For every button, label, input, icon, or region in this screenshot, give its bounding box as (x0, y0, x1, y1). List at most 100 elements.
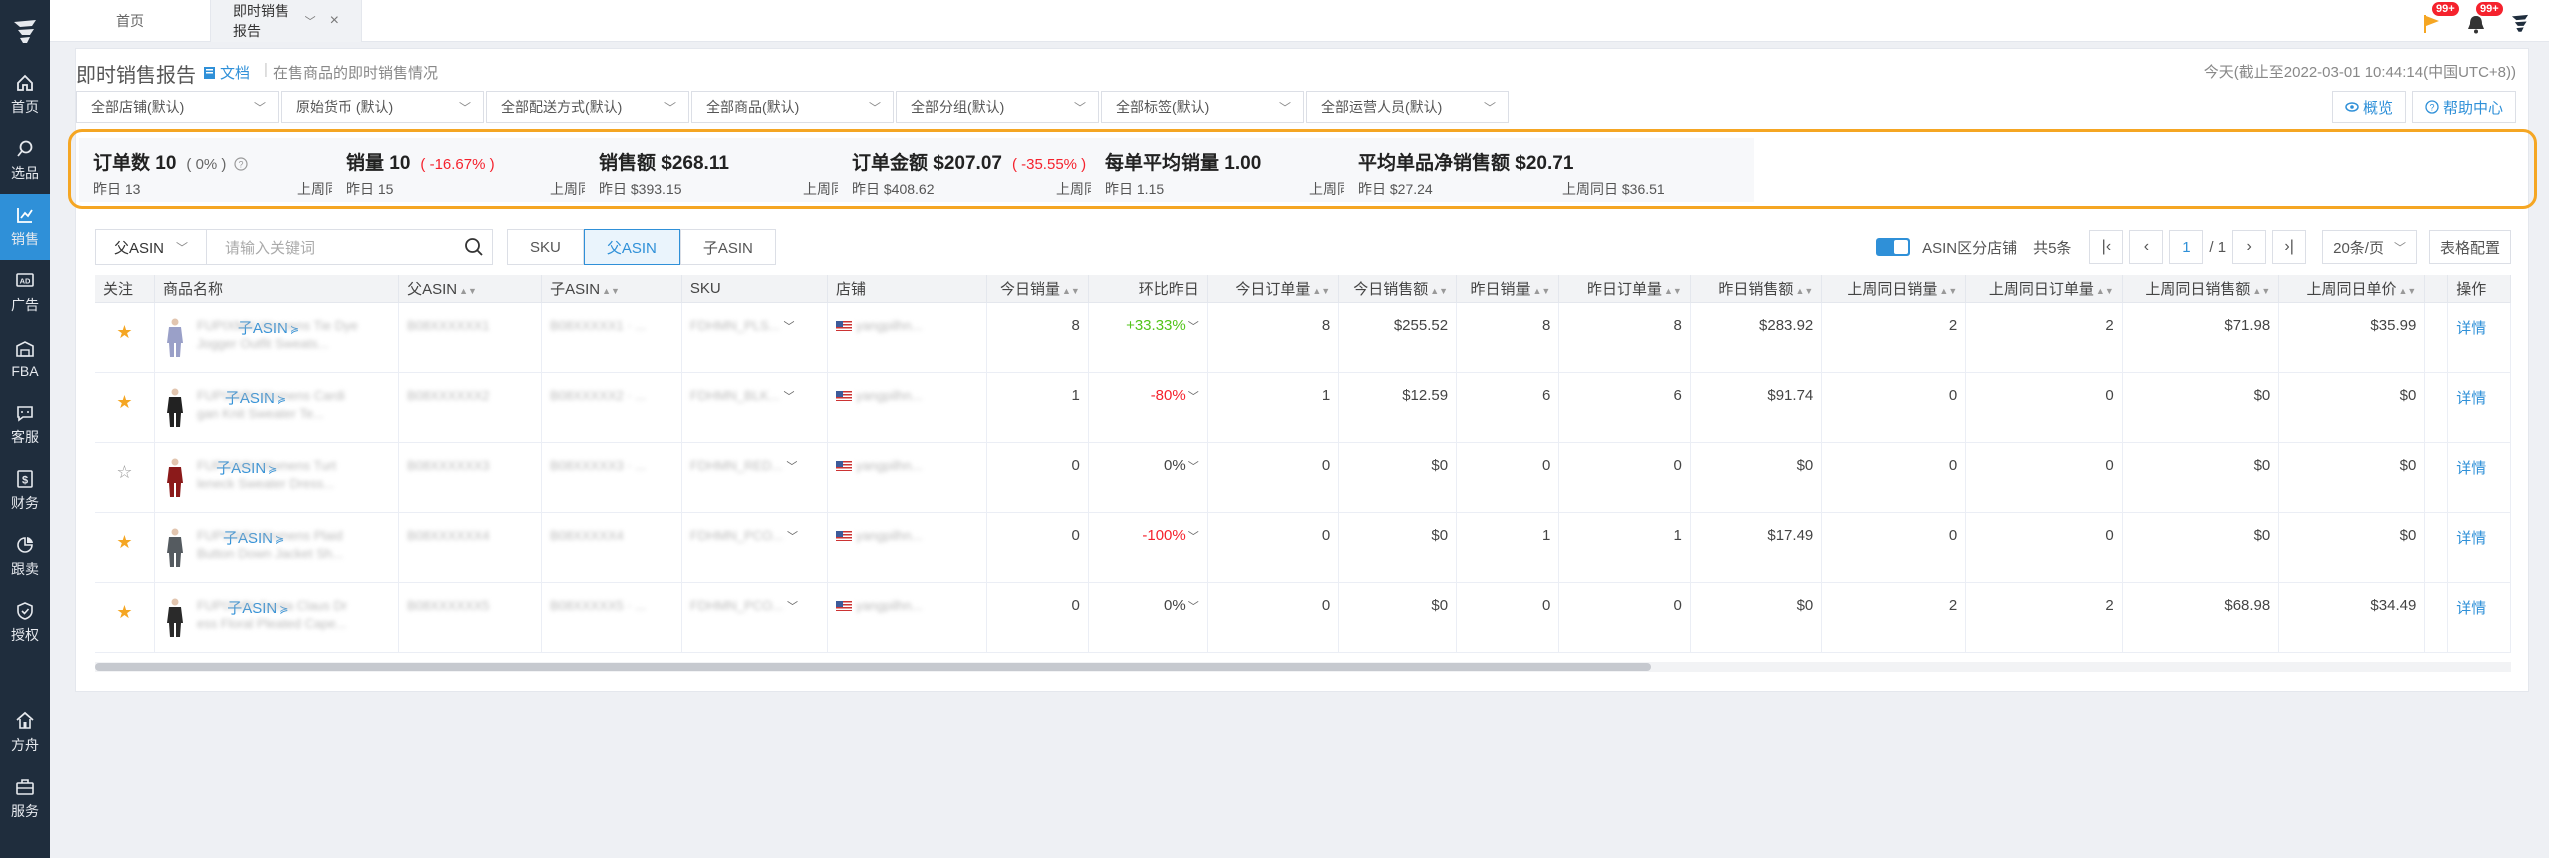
first-page-button[interactable]: |‹ (2089, 230, 2124, 264)
sidebar-item-search[interactable]: 选品 (0, 128, 50, 194)
keyword-search-input[interactable]: 请输入关键词 (207, 229, 493, 265)
column-header[interactable]: 上周同日订单量 ▲▼ (1965, 275, 2123, 303)
dod-value[interactable]: +33.33% (1126, 317, 1186, 334)
star-icon[interactable]: ★ (103, 317, 146, 343)
product-thumbnail[interactable] (163, 527, 187, 569)
chevron-down-icon[interactable]: ﹀ (1188, 391, 1199, 403)
product-thumbnail[interactable] (163, 457, 187, 499)
sort-icon[interactable]: ▲▼ (1312, 286, 1330, 296)
sidebar-item-pie[interactable]: 跟卖 (0, 524, 50, 590)
child-asin[interactable]: B08XXXXX2 · ... (550, 388, 646, 403)
dod-value[interactable]: -100% (1142, 527, 1185, 544)
column-header[interactable]: 上周同日单价 ▲▼ (2278, 275, 2426, 303)
bell-notification-button[interactable]: 99+ (2461, 1, 2504, 34)
help-circle-icon[interactable]: ? (234, 157, 249, 171)
sidebar-item-shield[interactable]: 授权 (0, 590, 50, 656)
chevron-down-icon[interactable]: ﹀ (1188, 461, 1199, 473)
sort-icon[interactable]: ▲▼ (1795, 286, 1813, 296)
asin-type-select[interactable]: 父ASIN ﹀ (95, 229, 207, 265)
sort-icon[interactable]: ▲▼ (2398, 286, 2416, 296)
sidebar-item-dollar[interactable]: $ 财务 (0, 458, 50, 524)
sort-icon[interactable]: ▲▼ (1062, 286, 1080, 296)
sidebar-item-home[interactable]: 首页 (0, 62, 50, 128)
sort-icon[interactable]: ▲▼ (1533, 286, 1551, 296)
star-icon[interactable]: ★ (103, 597, 146, 623)
scrollbar-thumb[interactable] (95, 663, 1651, 671)
chevron-down-icon[interactable]: ﹀ (305, 13, 316, 29)
sort-icon[interactable]: ▲▼ (602, 286, 620, 296)
column-header[interactable]: 昨日销售额 ▲▼ (1690, 275, 1823, 303)
chevron-down-icon[interactable]: ﹀ (783, 391, 794, 403)
product-name[interactable]: FUPIXMN Womens Turt leneck Sweater Dress.… (197, 457, 336, 499)
filter-select-6[interactable]: 全部运营人员(默认) ﹀ (1306, 91, 1509, 123)
prev-page-button[interactable]: ‹ (2129, 230, 2164, 264)
product-name[interactable]: FUPIXMN Womens Cardi gan Knit Sweater Te.… (197, 387, 345, 429)
column-header[interactable]: 今日销量 ▲▼ (986, 275, 1089, 303)
segment-0[interactable]: SKU (507, 229, 584, 265)
sku[interactable]: FDHMN_BLK... (690, 388, 780, 403)
sidebar-item-briefcase[interactable]: 服务 (0, 766, 50, 832)
sidebar-item-chart-line[interactable]: 销售 (0, 194, 50, 260)
segment-2[interactable]: 子ASIN (679, 229, 776, 265)
parent-asin[interactable]: B08XXXXXX1 (407, 318, 489, 333)
next-page-button[interactable]: › (2232, 230, 2267, 264)
chevron-down-icon[interactable]: ﹀ (1188, 321, 1199, 333)
sort-icon[interactable]: ▲▼ (2252, 286, 2270, 296)
sku[interactable]: FDHMN_PCO... (690, 528, 783, 543)
chevron-down-icon[interactable]: ﹀ (787, 531, 798, 543)
product-thumbnail[interactable] (163, 317, 187, 359)
parent-asin[interactable]: B08XXXXXX2 (407, 388, 489, 403)
sidebar-item-ad[interactable]: AD 广告 (0, 260, 50, 326)
segment-1[interactable]: 父ASIN (583, 229, 680, 265)
detail-link[interactable]: 详情 (2456, 320, 2486, 337)
tab-sales-report[interactable]: 即时销售报告 ﹀ × (210, 0, 362, 42)
product-name[interactable]: FUPIXMN Womens Plaid Button Down Jacket S… (197, 527, 343, 569)
help-center-button[interactable]: ? 帮助中心 (2411, 91, 2516, 123)
star-icon[interactable]: ☆ (103, 457, 146, 483)
search-icon[interactable] (464, 237, 484, 257)
parent-asin[interactable]: B08XXXXXX3 (407, 458, 489, 473)
sort-icon[interactable]: ▲▼ (2096, 286, 2114, 296)
child-asin[interactable]: B08XXXXX5 · ... (550, 598, 646, 613)
sort-icon[interactable]: ▲▼ (1430, 286, 1448, 296)
column-header[interactable]: 子ASIN ▲▼ (541, 275, 682, 303)
column-header[interactable]: 今日销售额 ▲▼ (1338, 275, 1458, 303)
child-asin[interactable]: B08XXXXX3 · ... (550, 458, 646, 473)
chevron-down-icon[interactable]: ﹀ (1188, 601, 1199, 613)
filter-select-3[interactable]: 全部商品(默认) ﹀ (691, 91, 894, 123)
filter-select-2[interactable]: 全部配送方式(默认) ﹀ (486, 91, 689, 123)
sku[interactable]: FDHMN_PCO... (690, 598, 783, 613)
sku[interactable]: FDHMN_PLS... (690, 318, 780, 333)
sort-icon[interactable]: ▲▼ (459, 286, 477, 296)
product-thumbnail[interactable] (163, 387, 187, 429)
child-asin[interactable]: B08XXXXX1 · ... (550, 318, 646, 333)
sort-icon[interactable]: ▲▼ (1664, 286, 1682, 296)
chevron-down-icon[interactable]: ﹀ (1188, 531, 1199, 543)
chevron-down-icon[interactable]: ﹀ (787, 601, 798, 613)
detail-link[interactable]: 详情 (2456, 600, 2486, 617)
column-header[interactable]: 上周同日销售额 ▲▼ (2122, 275, 2280, 303)
sku[interactable]: FDHMN_RED... (690, 458, 782, 473)
flag-notification-button[interactable]: 99+ (2417, 1, 2460, 34)
app-logo[interactable] (0, 0, 50, 62)
parent-asin[interactable]: B08XXXXXX5 (407, 598, 489, 613)
sort-icon[interactable]: ▲▼ (1939, 286, 1957, 296)
table-config-button[interactable]: 表格配置 (2428, 230, 2511, 264)
close-icon[interactable]: × (330, 12, 339, 30)
filter-select-0[interactable]: 全部店铺(默认) ﹀ (76, 91, 279, 123)
star-icon[interactable]: ★ (103, 387, 146, 413)
page-input[interactable]: 1 (2169, 230, 2204, 264)
tab-home[interactable]: 首页 (50, 0, 210, 42)
dod-value[interactable]: 0% (1164, 597, 1186, 614)
column-header[interactable]: 今日订单量 ▲▼ (1207, 275, 1340, 303)
product-name[interactable]: FUPIXMN Womens Tie Dye Jogger Outfit Swea… (197, 317, 358, 359)
product-name[interactable]: FUPIXMN Santa Claus Dr ess Floral Pleated… (197, 597, 347, 639)
sidebar-item-home-2[interactable]: 方舟 (0, 700, 50, 766)
chevron-down-icon[interactable]: ﹀ (783, 321, 794, 333)
filter-select-5[interactable]: 全部标签(默认) ﹀ (1101, 91, 1304, 123)
dod-value[interactable]: 0% (1164, 457, 1186, 474)
column-header[interactable]: 父ASIN ▲▼ (398, 275, 543, 303)
column-header[interactable]: 昨日销量 ▲▼ (1456, 275, 1560, 303)
column-header[interactable]: 上周同日销量 ▲▼ (1821, 275, 1967, 303)
overview-button[interactable]: 概览 (2331, 91, 2406, 123)
